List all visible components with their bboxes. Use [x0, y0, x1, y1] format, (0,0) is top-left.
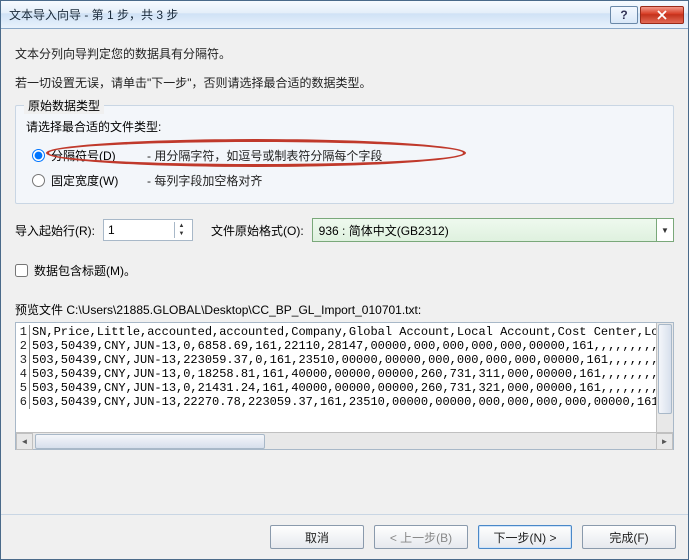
preview-box: 1SN,Price,Little,accounted,accounted,Com… — [15, 322, 674, 450]
fixed-width-option[interactable]: 固定宽度(W) - 每列字段加空格对齐 — [26, 168, 663, 193]
horizontal-scrollbar[interactable]: ◄ ► — [16, 432, 673, 449]
row-text: 503,50439,CNY,JUN-13,223059.37,0,161,235… — [30, 353, 666, 367]
preview-row: 3503,50439,CNY,JUN-13,223059.37,0,161,23… — [16, 353, 673, 367]
scroll-thumb[interactable] — [658, 324, 672, 414]
fixed-width-desc: - 每列字段加空格对齐 — [147, 172, 262, 189]
footer-buttons: 取消 < 上一步(B) 下一步(N) > 完成(F) — [1, 514, 688, 559]
spinner-down-icon[interactable]: ▼ — [174, 230, 188, 238]
back-button: < 上一步(B) — [374, 525, 468, 549]
cancel-button[interactable]: 取消 — [270, 525, 364, 549]
wizard-window: 文本导入向导 - 第 1 步，共 3 步 ? 文本分列向导判定您的数据具有分隔符… — [0, 0, 689, 560]
row-text: 503,50439,CNY,JUN-13,0,6858.69,161,22110… — [30, 339, 666, 353]
scroll-thumb[interactable] — [35, 434, 265, 449]
fixed-width-radio[interactable] — [32, 174, 45, 187]
fixed-width-label: 固定宽度(W) — [51, 172, 141, 189]
highlighted-option-wrap: 分隔符号(D) - 用分隔字符，如逗号或制表符分隔每个字段 — [26, 143, 663, 168]
close-button[interactable] — [640, 6, 684, 24]
content-area: 文本分列向导判定您的数据具有分隔符。 若一切设置无误，请单击"下一步"，否则请选… — [1, 29, 688, 514]
delimited-option[interactable]: 分隔符号(D) - 用分隔字符，如逗号或制表符分隔每个字段 — [26, 143, 663, 168]
has-header-label: 数据包含标题(M)。 — [34, 262, 136, 279]
scroll-track[interactable] — [33, 433, 656, 450]
row-number: 3 — [16, 353, 30, 367]
delimited-desc: - 用分隔字符，如逗号或制表符分隔每个字段 — [147, 147, 382, 164]
start-row-spinner[interactable]: ▲ ▼ — [103, 219, 193, 241]
close-icon — [657, 10, 667, 20]
delimited-label: 分隔符号(D) — [51, 147, 141, 164]
has-header-checkbox[interactable] — [15, 264, 28, 277]
preview-label: 预览文件 C:\Users\21885.GLOBAL\Desktop\CC_BP… — [15, 301, 674, 318]
header-checkbox-row[interactable]: 数据包含标题(M)。 — [15, 262, 674, 279]
original-data-type-group: 原始数据类型 请选择最合适的文件类型: 分隔符号(D) - 用分隔字符，如逗号或… — [15, 105, 674, 204]
row-number: 2 — [16, 339, 30, 353]
group-title: 原始数据类型 — [24, 97, 104, 114]
preview-content: 1SN,Price,Little,accounted,accounted,Com… — [16, 323, 673, 449]
intro-line-2: 若一切设置无误，请单击"下一步"，否则请选择最合适的数据类型。 — [15, 74, 674, 91]
import-settings-row: 导入起始行(R): ▲ ▼ 文件原始格式(O): 936 : 简体中文(GB23… — [15, 218, 674, 242]
row-text: 503,50439,CNY,JUN-13,0,21431.24,161,4000… — [30, 381, 666, 395]
row-number: 5 — [16, 381, 30, 395]
start-row-label: 导入起始行(R): — [15, 222, 95, 239]
file-origin-value: 936 : 简体中文(GB2312) — [319, 222, 667, 239]
start-row-input[interactable] — [104, 221, 174, 239]
intro-line-1: 文本分列向导判定您的数据具有分隔符。 — [15, 45, 674, 62]
delimited-radio[interactable] — [32, 149, 45, 162]
preview-row: 6503,50439,CNY,JUN-13,22270.78,223059.37… — [16, 395, 673, 409]
row-number: 1 — [16, 325, 30, 339]
titlebar: 文本导入向导 - 第 1 步，共 3 步 ? — [1, 1, 688, 29]
file-origin-label: 文件原始格式(O): — [211, 222, 304, 239]
preview-row: 5503,50439,CNY,JUN-13,0,21431.24,161,400… — [16, 381, 673, 395]
preview-row: 4503,50439,CNY,JUN-13,0,18258.81,161,400… — [16, 367, 673, 381]
spinner-up-icon[interactable]: ▲ — [174, 222, 188, 230]
row-text: SN,Price,Little,accounted,accounted,Comp… — [30, 325, 666, 339]
scroll-left-icon[interactable]: ◄ — [16, 433, 33, 450]
help-button[interactable]: ? — [610, 6, 638, 24]
row-text: 503,50439,CNY,JUN-13,22270.78,223059.37,… — [30, 395, 666, 409]
next-button[interactable]: 下一步(N) > — [478, 525, 572, 549]
finish-button[interactable]: 完成(F) — [582, 525, 676, 549]
preview-row: 2503,50439,CNY,JUN-13,0,6858.69,161,2211… — [16, 339, 673, 353]
chevron-down-icon[interactable]: ▼ — [656, 218, 674, 242]
row-text: 503,50439,CNY,JUN-13,0,18258.81,161,4000… — [30, 367, 666, 381]
scroll-right-icon[interactable]: ► — [656, 433, 673, 450]
group-subtitle: 请选择最合适的文件类型: — [26, 118, 663, 135]
preview-row: 1SN,Price,Little,accounted,accounted,Com… — [16, 325, 673, 339]
file-origin-combo[interactable]: 936 : 简体中文(GB2312) ▼ — [312, 218, 674, 242]
window-title: 文本导入向导 - 第 1 步，共 3 步 — [9, 6, 608, 23]
row-number: 4 — [16, 367, 30, 381]
row-number: 6 — [16, 395, 30, 409]
vertical-scrollbar[interactable] — [656, 323, 673, 432]
